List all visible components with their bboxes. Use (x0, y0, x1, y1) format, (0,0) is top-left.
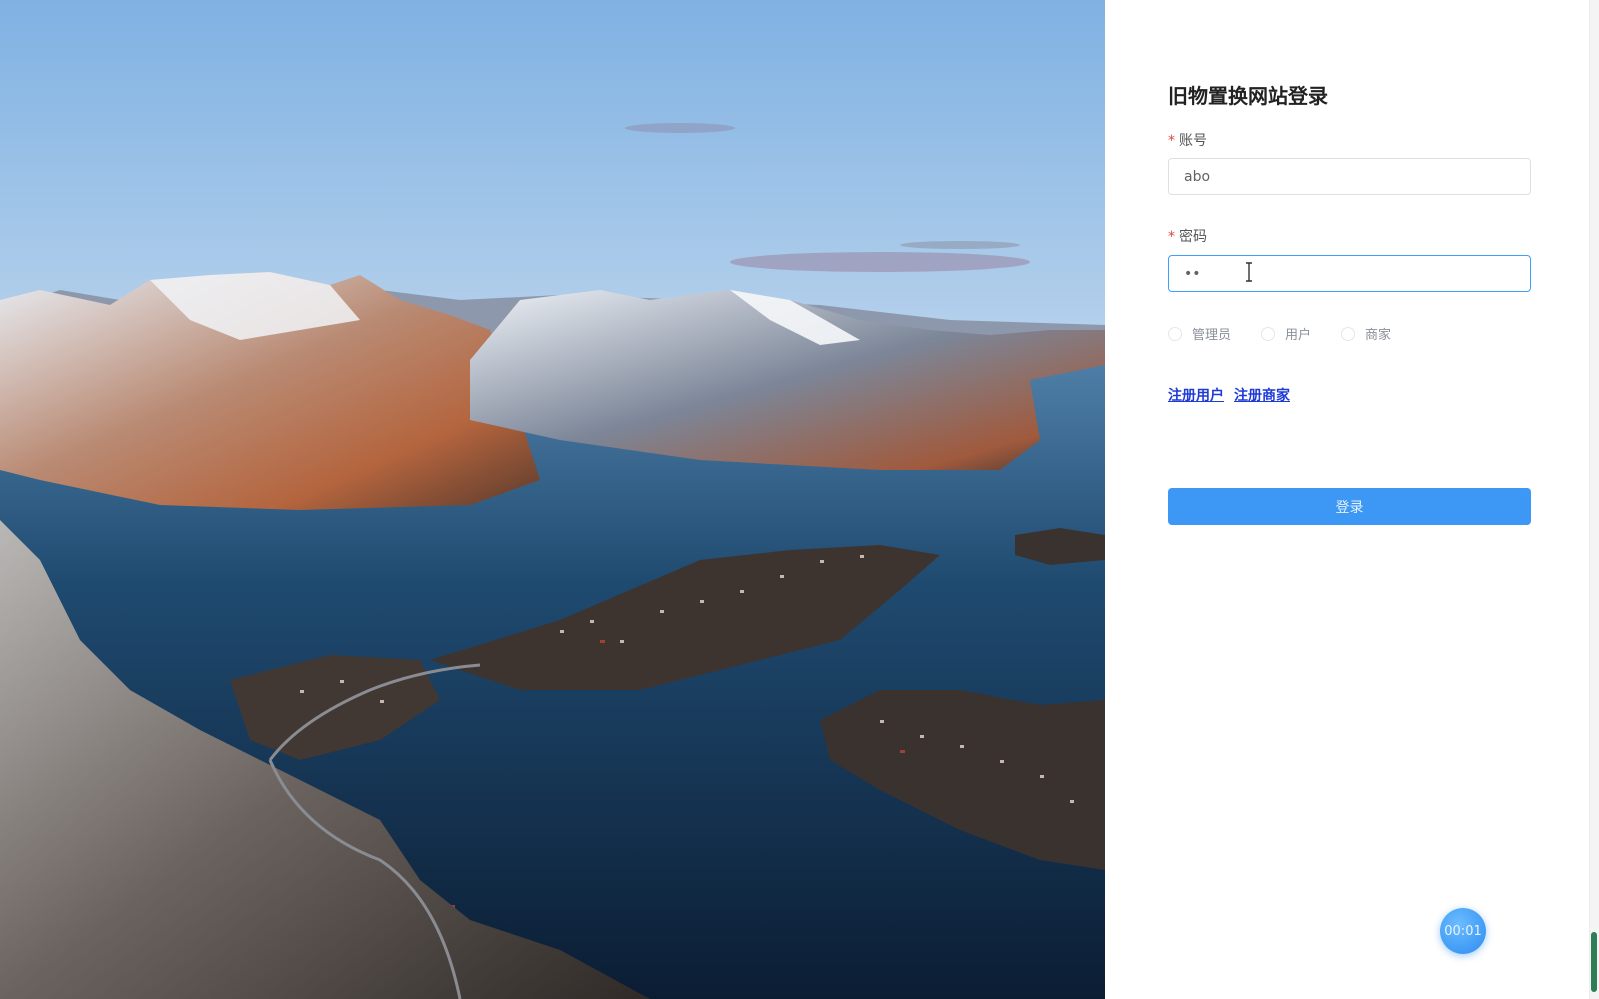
account-input[interactable] (1168, 158, 1531, 195)
required-mark: * (1168, 229, 1175, 245)
login-page: 旧物置换网站登录 *账号 *密码 管理员 用户 (0, 0, 1599, 999)
scrollbar-thumb[interactable] (1591, 932, 1597, 992)
register-merchant-link[interactable]: 注册商家 (1234, 385, 1290, 405)
text-cursor-icon (1246, 262, 1252, 282)
role-radio-group: 管理员 用户 商家 (1168, 324, 1421, 343)
role-label: 管理员 (1192, 328, 1232, 343)
scrollbar-track[interactable] (1589, 0, 1599, 999)
register-links: 注册用户 注册商家 (1168, 385, 1290, 405)
login-button[interactable]: 登录 (1168, 488, 1531, 525)
radio-circle-icon[interactable] (1341, 326, 1356, 341)
role-label: 用户 (1285, 328, 1312, 343)
login-panel: 旧物置换网站登录 *账号 *密码 管理员 用户 (1105, 0, 1599, 999)
recording-timer[interactable]: 00:01 (1440, 908, 1486, 954)
landscape-image (0, 0, 1105, 999)
radio-circle-icon[interactable] (1261, 326, 1276, 341)
account-label: * 账号 (1168, 133, 1207, 149)
radio-circle-icon[interactable] (1168, 326, 1182, 341)
register-user-link[interactable]: 注册用户 (1168, 385, 1224, 405)
role-label: 商家 (1365, 328, 1392, 343)
role-option-user[interactable]: 用户 (1261, 324, 1311, 343)
page-title: 旧物置换网站登录 (1168, 84, 1328, 108)
required-mark: * (1168, 133, 1175, 149)
password-label: * 密码 (1168, 229, 1207, 245)
role-option-merchant[interactable]: 商家 (1341, 324, 1391, 343)
password-input[interactable] (1168, 255, 1531, 292)
role-option-admin[interactable]: 管理员 (1168, 324, 1231, 343)
